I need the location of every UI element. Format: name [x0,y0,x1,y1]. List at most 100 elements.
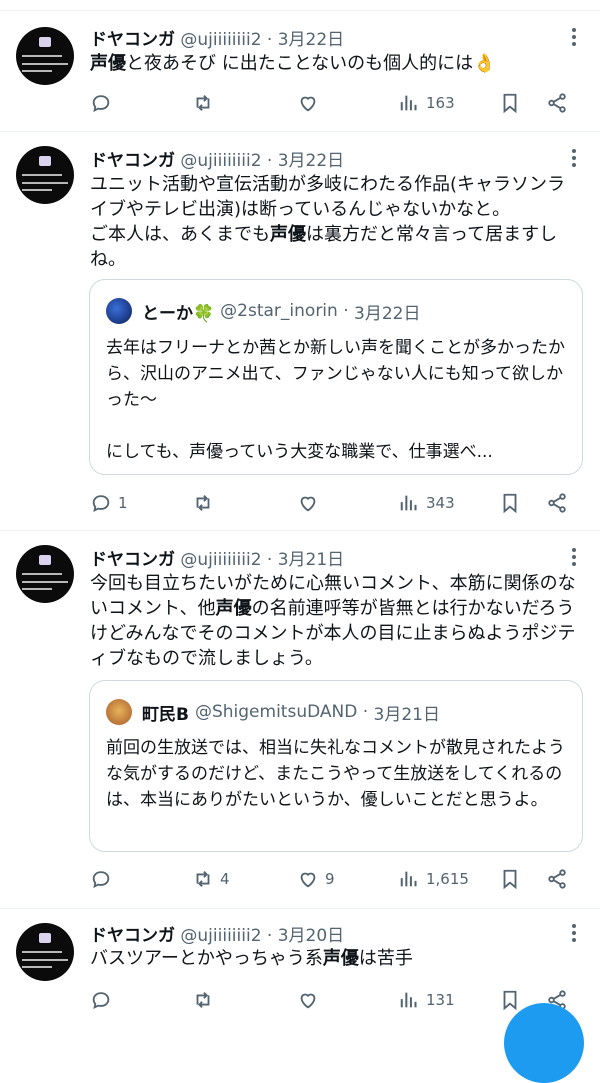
quoted-avatar [106,298,132,324]
retweet-icon [196,95,210,111]
avatar[interactable] [16,923,74,981]
bookmark-button[interactable] [499,865,521,893]
more-options-icon[interactable] [572,548,576,569]
top-divider [0,0,600,11]
views-icon [400,95,417,111]
retweet-button[interactable]: 4 [192,865,230,893]
reply-button[interactable] [90,865,118,893]
quoted-date: 3月21日 [373,704,440,725]
views-button[interactable]: 343 [398,489,455,517]
tweet[interactable]: ドヤコンガ @ujiiiiiiii2 · 3月20日 バスツアーとかやっちゃう系… [0,909,600,1024]
share-button[interactable] [546,489,568,517]
like-button[interactable]: 9 [297,865,335,893]
bookmark-icon [503,93,517,114]
tweet-date[interactable]: 3月21日 [278,550,344,570]
compose-button[interactable] [504,1003,584,1083]
reply-icon [92,992,110,1009]
display-name[interactable]: ドヤコンガ [90,151,175,171]
like-button[interactable] [297,986,325,1014]
view-count: 1,615 [426,870,469,888]
tweet[interactable]: ドヤコンガ @ujiiiiiiii2 · 3月22日 声優と夜あそび に出たこと… [0,11,600,132]
retweet-count: 4 [220,870,230,888]
reply-icon [92,95,110,112]
view-count: 131 [426,991,455,1009]
heart-icon [300,96,316,112]
tweet-date[interactable]: 3月20日 [278,926,344,946]
heart-icon [300,496,316,512]
tweet-text: 今回も目立ちたいがために心無いコメント、本筋に関係のないコメント、他声優の名前連… [90,573,576,669]
tweet-header: ドヤコンガ @ujiiiiiiii2 · 3月21日 [90,550,345,570]
tweet-header: ドヤコンガ @ujiiiiiiii2 · 3月20日 [90,926,345,946]
avatar[interactable] [16,146,74,204]
tweet-text: ユニット活動や宣伝活動が多岐にわたる作品(キャラソンライブやテレビ出演)は断って… [90,174,566,270]
bookmark-icon [503,493,517,514]
retweet-icon [196,495,210,511]
tweet-actions: 131 [90,986,580,1014]
views-icon [400,992,417,1008]
more-options-icon[interactable] [572,149,576,170]
quoted-display-name: 町民B [142,704,189,725]
tweet-actions: 4 9 1,615 [90,865,580,893]
reply-button[interactable] [90,986,118,1014]
tweet-date[interactable]: 3月22日 [278,151,344,171]
avatar[interactable] [16,27,74,85]
tweet-date[interactable]: 3月22日 [278,30,344,50]
bookmark-icon [503,990,517,1011]
display-name[interactable]: ドヤコンガ [90,30,175,50]
share-icon [548,93,566,113]
more-options-icon[interactable] [572,924,576,945]
reply-icon [92,871,110,888]
share-icon [548,869,566,889]
display-name[interactable]: ドヤコンガ [90,550,175,570]
retweet-icon [196,992,210,1008]
tweet-actions: 163 [90,89,580,117]
tweet[interactable]: ドヤコンガ @ujiiiiiiii2 · 3月21日 今回も目立ちたいがために心… [0,531,600,909]
user-handle[interactable]: @ujiiiiiiii2 [180,926,261,946]
like-button[interactable] [297,89,325,117]
user-handle[interactable]: @ujiiiiiiii2 [180,550,261,570]
reply-count: 1 [118,494,128,512]
quoted-tweet-header: とーか🍀 @2star_inorin · 3月22日 [106,298,420,324]
bookmark-button[interactable] [499,89,521,117]
heart-icon [300,993,316,1009]
retweet-button[interactable] [192,986,220,1014]
quoted-tweet[interactable]: 町民B @ShigemitsuDAND · 3月21日 前回の生放送では、相当に… [89,680,583,852]
user-handle[interactable]: @ujiiiiiiii2 [180,151,261,171]
quoted-handle: @2star_inorin [220,301,338,321]
reply-icon [92,495,110,512]
views-button[interactable]: 163 [398,89,455,117]
more-options-icon[interactable] [572,28,576,49]
user-handle[interactable]: @ujiiiiiiii2 [180,30,261,50]
view-count: 163 [426,94,455,112]
tweet-text: 声優と夜あそび に出たことないのも個人的には👌 [90,53,496,74]
views-icon [400,495,417,511]
avatar[interactable] [16,545,74,603]
views-icon [400,871,417,887]
share-button[interactable] [546,865,568,893]
retweet-button[interactable] [192,89,220,117]
like-count: 9 [325,870,335,888]
views-button[interactable]: 1,615 [398,865,469,893]
tweet[interactable]: ドヤコンガ @ujiiiiiiii2 · 3月22日 ユニット活動や宣伝活動が多… [0,132,600,531]
quoted-text: 前回の生放送では、相当に失礼なコメントが散見されたような気がするのだけど、またこ… [106,738,565,810]
display-name[interactable]: ドヤコンガ [90,926,175,946]
tweet-header: ドヤコンガ @ujiiiiiiii2 · 3月22日 [90,30,345,50]
tweet-header: ドヤコンガ @ujiiiiiiii2 · 3月22日 [90,151,345,171]
quoted-tweet[interactable]: とーか🍀 @2star_inorin · 3月22日 去年はフリーナとか茜とか新… [89,279,583,475]
quoted-avatar [106,699,132,725]
like-button[interactable] [297,489,325,517]
views-button[interactable]: 131 [398,986,455,1014]
quoted-text: 去年はフリーナとか茜とか新しい声を聞くことが多かったから、沢山のアニメ出て、ファ… [106,338,565,462]
heart-icon [300,872,316,888]
reply-button[interactable] [90,89,118,117]
retweet-button[interactable] [192,489,220,517]
reply-button[interactable]: 1 [90,489,128,517]
share-button[interactable] [546,89,568,117]
tweet-actions: 1 343 [90,489,580,517]
quoted-tweet-header: 町民B @ShigemitsuDAND · 3月21日 [106,699,440,725]
quoted-display-name: とーか🍀 [142,303,215,324]
bookmark-button[interactable] [499,986,521,1014]
bookmark-button[interactable] [499,489,521,517]
bookmark-icon [503,869,517,890]
quoted-handle: @ShigemitsuDAND [194,702,358,722]
